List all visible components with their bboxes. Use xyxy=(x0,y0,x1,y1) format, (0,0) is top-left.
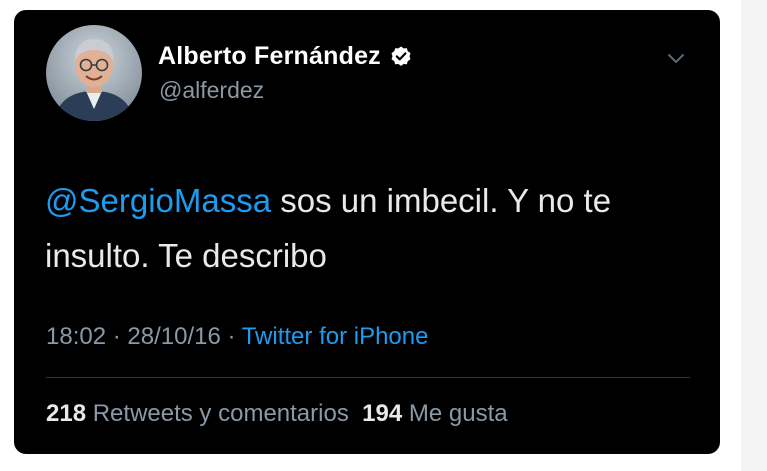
retweets-stat[interactable]: 218 Retweets y comentarios xyxy=(46,400,349,427)
likes-stat[interactable]: 194 Me gusta xyxy=(362,400,507,427)
avatar-image xyxy=(46,25,142,121)
tweet-stats: 218 Retweets y comentarios 194 Me gusta xyxy=(46,400,508,428)
tweet-time: 18:02 xyxy=(46,323,107,350)
mention-link[interactable]: @SergioMassa xyxy=(45,182,271,219)
author-name[interactable]: Alberto Fernández xyxy=(158,42,381,71)
retweets-label: Retweets y comentarios xyxy=(92,400,349,427)
author-row: Alberto Fernández xyxy=(158,42,413,71)
tweet-card: Alberto Fernández @alferdez @SergioMassa… xyxy=(14,10,720,454)
verified-badge-icon xyxy=(391,46,411,66)
tweet-date[interactable]: 28/10/16 xyxy=(127,323,220,350)
likes-label: Me gusta xyxy=(408,400,508,427)
meta-separator: · xyxy=(106,323,128,350)
avatar[interactable] xyxy=(46,25,142,121)
tweet-text: @SergioMassa sos un imbecil. Y no te ins… xyxy=(45,173,685,283)
author-handle[interactable]: @alferdez xyxy=(159,77,264,104)
chevron-down-icon[interactable] xyxy=(665,47,687,69)
background-strip xyxy=(741,0,767,471)
meta-separator: · xyxy=(220,323,242,350)
tweet-meta: 18:02 · 28/10/16 · Twitter for iPhone xyxy=(46,323,428,351)
likes-count: 194 xyxy=(362,400,403,427)
retweets-count: 218 xyxy=(46,400,87,427)
tweet-source[interactable]: Twitter for iPhone xyxy=(242,323,429,350)
divider xyxy=(46,377,690,378)
